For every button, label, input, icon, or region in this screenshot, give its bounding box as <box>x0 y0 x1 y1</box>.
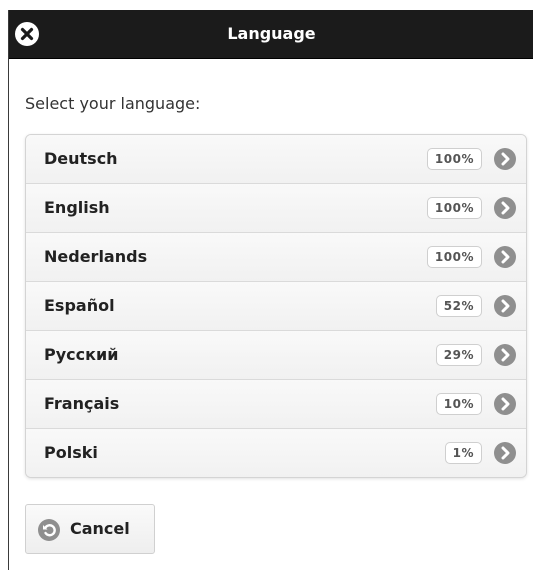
language-item-nederlands[interactable]: Nederlands 100% <box>26 233 526 282</box>
language-item-francais[interactable]: Français 10% <box>26 380 526 429</box>
chevron-right-icon <box>494 148 516 170</box>
chevron-right-icon <box>494 246 516 268</box>
language-label: English <box>44 198 110 217</box>
chevron-right-icon <box>494 393 516 415</box>
translation-percent-badge: 10% <box>435 393 482 415</box>
language-dialog: Language Select your language: Deutsch 1… <box>8 10 533 570</box>
translation-percent-badge: 29% <box>435 344 482 366</box>
language-label: Nederlands <box>44 247 148 266</box>
language-item-deutsch[interactable]: Deutsch 100% <box>26 135 526 184</box>
back-arrow-icon <box>38 519 60 541</box>
language-item-polski[interactable]: Polski 1% <box>26 429 526 477</box>
chevron-right-icon <box>494 344 516 366</box>
language-item-russian[interactable]: Русский 29% <box>26 331 526 380</box>
language-item-espanol[interactable]: Español 52% <box>26 282 526 331</box>
translation-percent-badge: 1% <box>444 442 482 464</box>
language-label: Polski <box>44 443 98 462</box>
cancel-button[interactable]: Cancel <box>25 504 155 554</box>
chevron-right-icon <box>494 295 516 317</box>
language-label: Deutsch <box>44 149 118 168</box>
dialog-title: Language <box>227 24 316 43</box>
chevron-right-icon <box>494 442 516 464</box>
cancel-label: Cancel <box>70 519 130 538</box>
translation-percent-badge: 100% <box>426 246 482 268</box>
language-label: Français <box>44 394 120 413</box>
language-list: Deutsch 100% English 100% Nederlands 100… <box>25 134 527 478</box>
chevron-right-icon <box>494 197 516 219</box>
language-item-english[interactable]: English 100% <box>26 184 526 233</box>
translation-percent-badge: 52% <box>435 295 482 317</box>
select-language-prompt: Select your language: <box>25 94 201 113</box>
language-label: Русский <box>44 345 119 364</box>
dialog-header: Language <box>9 10 533 59</box>
translation-percent-badge: 100% <box>426 197 482 219</box>
language-label: Español <box>44 296 115 315</box>
translation-percent-badge: 100% <box>426 148 482 170</box>
